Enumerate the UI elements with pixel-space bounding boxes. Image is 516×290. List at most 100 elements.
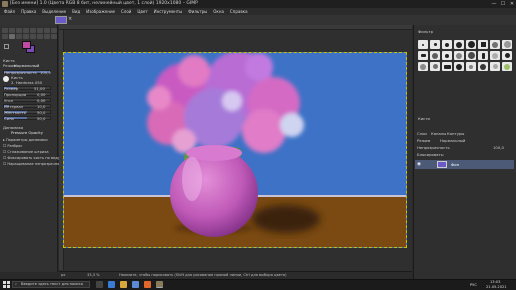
brush-item[interactable]	[490, 62, 500, 71]
image-canvas[interactable]	[63, 52, 407, 248]
eye-icon[interactable]: ◉	[417, 162, 421, 167]
brush-item[interactable]	[502, 62, 512, 71]
brush-item[interactable]	[466, 40, 476, 49]
lasso-tool-icon[interactable]	[16, 28, 22, 33]
foreground-color-swatch-top[interactable]	[22, 41, 31, 49]
brush-item[interactable]	[478, 62, 488, 71]
brush-item[interactable]	[454, 40, 464, 49]
menu-colors[interactable]: Цвет	[137, 9, 147, 14]
brush-item[interactable]	[490, 40, 500, 49]
tab-paths[interactable]: Контуры	[447, 131, 464, 136]
taskbar-search[interactable]: ⌕ Введите здесь текст для поиска	[12, 281, 90, 288]
brush-item[interactable]	[430, 40, 440, 49]
tab-channels[interactable]: Каналы	[431, 131, 446, 136]
brush-item[interactable]	[418, 51, 428, 60]
crop-tool-icon[interactable]	[30, 28, 36, 33]
brush-item[interactable]	[502, 51, 512, 60]
menu-layer[interactable]: Слой	[121, 9, 131, 14]
status-units[interactable]: px	[61, 273, 65, 277]
checkbox-label: Фиксировать кисть по виду	[7, 156, 61, 160]
aspect-value: 0,00	[37, 92, 46, 97]
checkbox-dynamics-options[interactable]: ▸ Параметры динамики	[3, 138, 48, 142]
windows-start-icon[interactable]	[3, 281, 10, 288]
layer-lock-label: Блокировать:	[417, 152, 445, 157]
brush-item[interactable]	[442, 62, 452, 71]
tab-layers[interactable]: Слои	[417, 131, 427, 136]
brush-item[interactable]	[490, 51, 500, 60]
image-tab-thumbnail[interactable]	[55, 16, 67, 24]
eraser-tool-icon[interactable]	[16, 34, 22, 39]
paths-tool-icon[interactable]	[37, 34, 43, 39]
status-message: Нажмите, чтобы нарисовать (Shift для рис…	[119, 273, 287, 277]
menu-tools[interactable]: Инструменты	[154, 9, 183, 14]
brush-item[interactable]	[418, 40, 428, 49]
layer-mode-dropdown[interactable]: Нормальный	[440, 138, 465, 143]
brush-item[interactable]	[454, 62, 464, 71]
bucket-fill-tool-icon[interactable]	[2, 34, 8, 39]
checkbox-incremental[interactable]: ☐ Наращивание непрозрачности	[3, 162, 66, 166]
brush-name[interactable]: 2. Hardness 050	[11, 80, 42, 85]
brush-item[interactable]	[502, 40, 512, 49]
brush-item[interactable]	[466, 62, 476, 71]
title-bar: [Без имени] 1.0 (Цвета RGB 8 бит, нелине…	[0, 0, 516, 8]
smudge-tool-icon[interactable]	[30, 34, 36, 39]
warp-tool-icon[interactable]	[44, 28, 50, 33]
rect-select-tool-icon[interactable]	[9, 28, 15, 33]
mode-dropdown[interactable]: Нормальный	[14, 63, 39, 68]
color-picker-tool-icon[interactable]	[44, 34, 50, 39]
zoom-tool-icon[interactable]	[51, 34, 57, 39]
brush-preview-icon[interactable]	[3, 76, 9, 82]
brush-item[interactable]	[418, 62, 428, 71]
menu-filters[interactable]: Фильтры	[188, 9, 207, 14]
checkbox-lock-brush[interactable]: ☐ Фиксировать кисть по виду	[3, 156, 60, 160]
brush-item[interactable]	[454, 51, 464, 60]
brush-item[interactable]	[430, 51, 440, 60]
fuzzy-select-tool-icon[interactable]	[23, 28, 29, 33]
menu-edit[interactable]: Правка	[21, 9, 36, 14]
brushes-filter[interactable]: Фильтр	[418, 29, 433, 34]
layer-thumbnail	[437, 161, 447, 168]
transform-tool-icon[interactable]	[37, 28, 43, 33]
reset-colors-icon[interactable]	[4, 44, 9, 49]
maximize-button[interactable]: ☐	[499, 1, 507, 7]
brush-item[interactable]	[442, 40, 452, 49]
brush-item[interactable]	[478, 51, 488, 60]
store-icon[interactable]	[132, 281, 139, 288]
checkbox-jitter[interactable]: ☐ Разброс	[3, 144, 22, 148]
brush-item[interactable]	[442, 51, 452, 60]
layer-name[interactable]: Фон	[451, 162, 459, 167]
menu-select[interactable]: Выделение	[42, 9, 66, 14]
brush-item[interactable]	[466, 51, 476, 60]
close-icon[interactable]: ×	[68, 16, 72, 22]
minimize-button[interactable]: —	[490, 1, 498, 7]
menu-help[interactable]: Справка	[230, 9, 248, 14]
task-view-icon[interactable]	[96, 281, 103, 288]
clock-date[interactable]: 21.05.2021	[486, 285, 507, 289]
vase-body	[170, 149, 258, 237]
menu-view[interactable]: Вид	[72, 9, 80, 14]
menu-windows[interactable]: Окна	[213, 9, 224, 14]
edge-icon[interactable]	[108, 281, 115, 288]
checkbox-smooth-stroke[interactable]: ☐ Сглаживание штриха	[3, 150, 49, 154]
clone-tool-icon[interactable]	[23, 34, 29, 39]
window-title: [Без имени] 1.0 (Цвета RGB 8 бит, нелине…	[10, 1, 198, 6]
explorer-icon[interactable]	[120, 281, 127, 288]
brush-item[interactable]	[430, 62, 440, 71]
brush-item[interactable]	[478, 40, 488, 49]
close-button[interactable]: ✕	[508, 1, 516, 7]
gimp-taskbar-icon[interactable]	[156, 281, 163, 288]
layer-row[interactable]: ◉ Фон	[415, 160, 514, 169]
move-tool-icon[interactable]	[2, 28, 8, 33]
keyboard-language[interactable]: РУС	[470, 283, 477, 287]
status-zoom[interactable]: 33,3 %	[87, 273, 100, 277]
firefox-icon[interactable]	[144, 281, 151, 288]
search-placeholder: Введите здесь текст для поиска	[21, 282, 83, 286]
size-value: 51,00	[34, 86, 45, 91]
menu-image[interactable]: Изображение	[86, 9, 115, 14]
layer-opacity-value[interactable]: 100,0	[493, 145, 504, 150]
text-tool-icon[interactable]	[51, 28, 57, 33]
clock-time[interactable]: 13:03	[490, 280, 500, 284]
dynamics-dropdown[interactable]: Pressure Opacity	[11, 130, 43, 135]
paintbrush-tool-icon[interactable]	[9, 34, 15, 39]
menu-file[interactable]: Файл	[4, 9, 15, 14]
